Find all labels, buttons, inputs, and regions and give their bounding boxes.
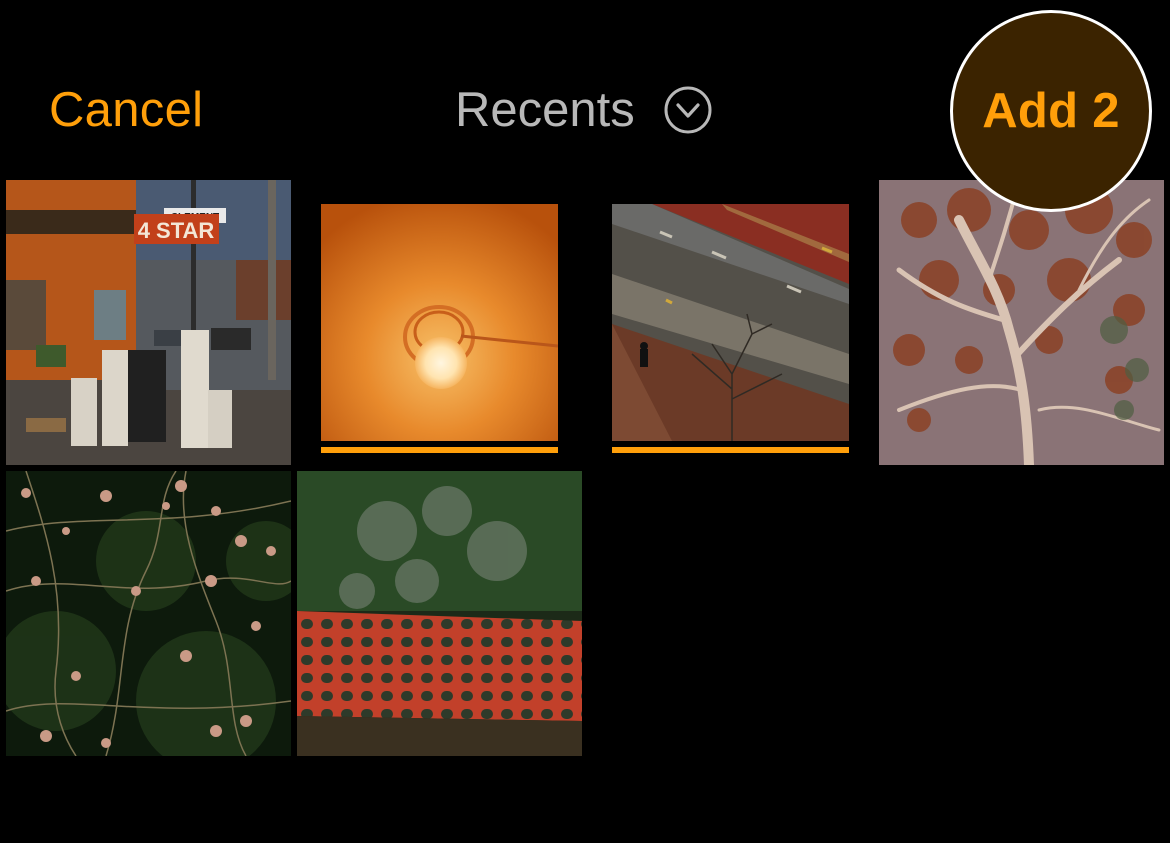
album-title: Recents xyxy=(455,83,635,137)
add-label: Add 2 xyxy=(982,84,1120,138)
selection-indicator xyxy=(321,447,558,453)
store-sign-text: 4 STAR xyxy=(138,218,215,243)
photo-thumbnail[interactable] xyxy=(6,471,291,756)
selection-indicator xyxy=(612,447,849,453)
photo-thumbnail[interactable]: CLEMENT 4 STAR xyxy=(6,180,291,465)
album-picker[interactable]: Recents xyxy=(455,82,713,138)
storefront-photo: CLEMENT 4 STAR xyxy=(6,180,291,465)
navigation-header: Cancel Recents Add 2 xyxy=(0,0,1170,212)
tree-canopy-photo xyxy=(879,180,1164,465)
cancel-button[interactable]: Cancel xyxy=(49,82,203,138)
photo-thumbnail[interactable] xyxy=(879,180,1164,465)
photo-thumbnail[interactable] xyxy=(321,204,558,441)
ceiling-light-photo xyxy=(321,204,558,441)
photo-thumbnail[interactable] xyxy=(612,204,849,441)
street-aerial-photo xyxy=(612,204,849,441)
add-button[interactable]: Add 2 xyxy=(950,10,1152,212)
chevron-down-circle-icon xyxy=(664,86,712,134)
flowering-branches-photo xyxy=(6,471,291,756)
safety-net-photo xyxy=(297,471,582,756)
photo-thumbnail[interactable] xyxy=(297,471,582,756)
